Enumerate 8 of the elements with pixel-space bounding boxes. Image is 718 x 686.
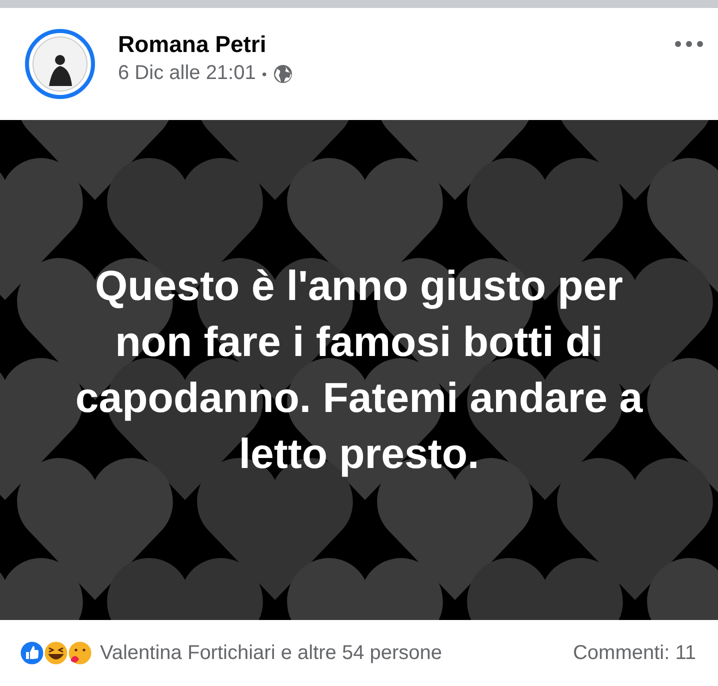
separator: • — [262, 66, 267, 82]
post-image-text: Questo è l'anno giusto per non fare i famosi botti di capodanno. Fatemi andare a letto presto. — [74, 261, 644, 479]
globe-icon — [272, 64, 293, 84]
post-time[interactable]: 6 Dic alle 21:01 — [118, 62, 256, 85]
reactions-summary[interactable]: Valentina Fortichiari e altre 54 persone — [100, 642, 442, 664]
more-options-icon[interactable] — [674, 40, 704, 48]
author-name[interactable]: Romana Petri — [118, 31, 674, 58]
comments-count[interactable]: Commenti: 11 — [572, 642, 696, 664]
